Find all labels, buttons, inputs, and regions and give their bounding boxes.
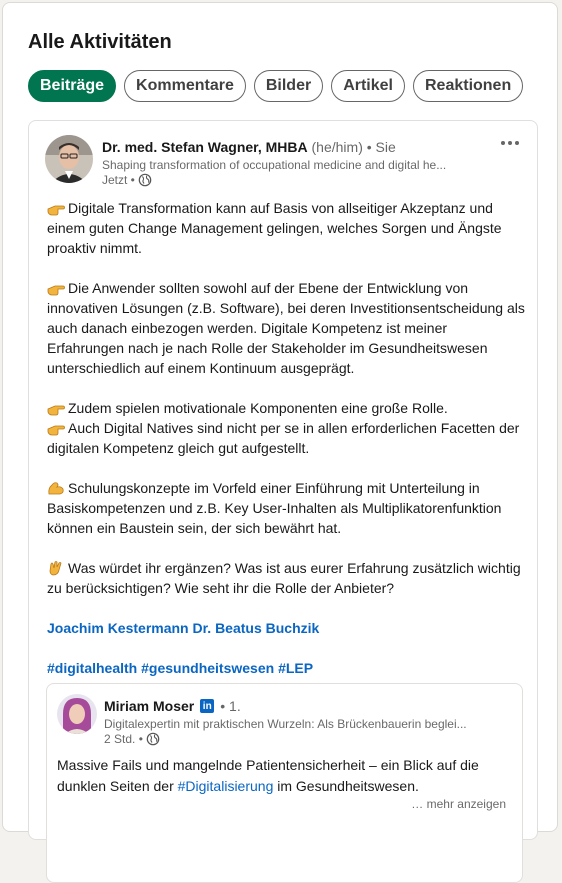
post-paragraph: Schulungskonzepte im Vorfeld einer Einfü… (47, 478, 527, 538)
mentions-line: Joachim Kestermann Dr. Beatus Buchzik (47, 618, 527, 638)
shared-text-line: Massive Fails und mangelnde Patientensic… (57, 757, 479, 773)
post-text-line: digitalen Kompetenz gleich gut aufgestel… (47, 438, 527, 458)
mention-link[interactable]: Joachim Kestermann (47, 620, 189, 636)
post-text-line: Was würdet ihr ergänzen? Was ist aus eur… (47, 558, 527, 578)
author-pronouns: (he/him) (311, 139, 363, 155)
post-time: Jetzt • (102, 173, 135, 187)
section-title: Alle Aktivitäten (28, 31, 172, 53)
shared-author-avatar[interactable] (57, 694, 97, 734)
post-text: proaktiv nimmt. (47, 240, 142, 256)
linkedin-icon: in (200, 699, 215, 713)
author-line: Dr. med. Stefan Wagner, MHBA (he/him) • … (102, 139, 396, 155)
show-more-link[interactable]: … mehr anzeigen (411, 797, 506, 811)
filter-reaktionen[interactable]: Reaktionen (412, 70, 524, 102)
author-name[interactable]: Dr. med. Stefan Wagner, MHBA (102, 139, 308, 155)
shared-post[interactable]: Miriam Moser in • 1. Digitalexpertin mit… (46, 683, 523, 883)
waving-hand-icon (47, 560, 65, 576)
shared-timestamp: 2 Std. • (104, 732, 160, 746)
activity-card: Alle Aktivitäten Beiträge Kommentare Bil… (2, 2, 558, 883)
post-text-line: proaktiv nimmt. (47, 238, 527, 258)
post-body: Digitale Transformation kann auf Basis v… (47, 198, 527, 698)
post-text: Erfahrungen nach je nach Rolle der Stake… (47, 340, 488, 356)
post-text: Basiskompetenzen und z.B. Key User-Inhal… (47, 500, 502, 516)
shared-post-text: Massive Fails und mangelnde Patientensic… (57, 755, 512, 797)
post-text-line: Zudem spielen motivationale Komponenten … (47, 398, 527, 418)
post-text-line: Die Anwender sollten sowohl auf der Eben… (47, 278, 527, 298)
post-text: einem guten Change Management gelingen, … (47, 220, 502, 236)
post-text: können ein Baustein sein, der sich bewäh… (47, 520, 342, 536)
post-text-line: Erfahrungen nach je nach Rolle der Stake… (47, 338, 527, 358)
shared-text-line-2: dunklen Seiten der #Digitalisierung im G… (57, 776, 512, 797)
shared-author-name[interactable]: Miriam Moser (104, 698, 194, 714)
post-text: innovativen Lösungen (z.B. Software), be… (47, 300, 525, 316)
post-paragraph: Was würdet ihr ergänzen? Was ist aus eur… (47, 558, 527, 598)
author-avatar[interactable] (45, 135, 93, 183)
filter-artikel[interactable]: Artikel (331, 70, 405, 102)
hashtag-link[interactable]: #digitalhealth (47, 660, 137, 676)
mention-link[interactable]: Dr. Beatus Buchzik (193, 620, 320, 636)
shared-author-line: Miriam Moser in • 1. (104, 698, 241, 714)
post-card: Dr. med. Stefan Wagner, MHBA (he/him) • … (28, 120, 538, 883)
globe-icon (138, 173, 152, 187)
post-timestamp: Jetzt • (102, 173, 152, 187)
post-paragraph: Die Anwender sollten sowohl auf der Eben… (47, 278, 527, 378)
post-text-line: auch danach einbezogen werden. Digitale … (47, 318, 527, 338)
post-text: Digitale Transformation kann auf Basis v… (68, 200, 493, 216)
shared-time: 2 Std. • (104, 732, 143, 746)
post-text-line: unterschiedlich auf einem Kontinuum ausg… (47, 358, 527, 378)
post-text-line: einem guten Change Management gelingen, … (47, 218, 527, 238)
post-text: Schulungskonzepte im Vorfeld einer Einfü… (68, 480, 480, 496)
post-text-line: können ein Baustein sein, der sich bewäh… (47, 518, 527, 538)
post-text-line: zu berücksichtigen? Wie seht ihr die Rol… (47, 578, 527, 598)
hashtag-link[interactable]: #gesundheitswesen (141, 660, 274, 676)
shared-text-segment: dunklen Seiten der (57, 778, 178, 794)
shared-connection-degree: • 1. (220, 698, 241, 714)
post-text: Was würdet ihr ergänzen? Was ist aus eur… (68, 560, 521, 576)
globe-icon (146, 732, 160, 746)
post-paragraph: Digitale Transformation kann auf Basis v… (47, 198, 527, 258)
more-options-icon[interactable] (497, 133, 523, 153)
shared-author-headline: Digitalexpertin mit praktischen Wurzeln:… (104, 717, 467, 731)
hashtag-link[interactable]: #LEP (278, 660, 313, 676)
filter-kommentare[interactable]: Kommentare (124, 70, 246, 102)
hashtags-line: #digitalhealth #gesundheitswesen #LEP (47, 658, 527, 678)
post-text-line: Auch Digital Natives sind nicht per se i… (47, 418, 527, 438)
pointing-hand-icon (47, 280, 65, 296)
post-text: unterschiedlich auf einem Kontinuum ausg… (47, 360, 355, 376)
filter-pills: Beiträge Kommentare Bilder Artikel Reakt… (28, 70, 524, 102)
post-text-line: innovativen Lösungen (z.B. Software), be… (47, 298, 527, 318)
post-text: Zudem spielen motivationale Komponenten … (68, 400, 448, 416)
pointing-hand-icon (47, 420, 65, 436)
shared-text-segment: im Gesundheitswesen. (273, 778, 419, 794)
post-text-line: Basiskompetenzen und z.B. Key User-Inhal… (47, 498, 527, 518)
connection-degree: • Sie (366, 139, 396, 155)
post-text-line: Digitale Transformation kann auf Basis v… (47, 198, 527, 218)
filter-beitraege[interactable]: Beiträge (28, 70, 117, 102)
post-text: zu berücksichtigen? Wie seht ihr die Rol… (47, 580, 395, 596)
post-text: Auch Digital Natives sind nicht per se i… (68, 420, 520, 436)
hashtag-link[interactable]: #Digitalisierung (178, 778, 274, 794)
post-text-line: Schulungskonzepte im Vorfeld einer Einfü… (47, 478, 527, 498)
post-text: Die Anwender sollten sowohl auf der Eben… (68, 280, 469, 296)
post-paragraph: Zudem spielen motivationale Komponenten … (47, 398, 527, 458)
post-text: auch danach einbezogen werden. Digitale … (47, 320, 448, 336)
flexed-biceps-icon (47, 480, 65, 496)
filter-bilder[interactable]: Bilder (253, 70, 324, 102)
pointing-hand-icon (47, 400, 65, 416)
post-text: digitalen Kompetenz gleich gut aufgestel… (47, 440, 310, 456)
author-headline: Shaping transformation of occupational m… (102, 158, 447, 172)
pointing-hand-icon (47, 200, 65, 216)
